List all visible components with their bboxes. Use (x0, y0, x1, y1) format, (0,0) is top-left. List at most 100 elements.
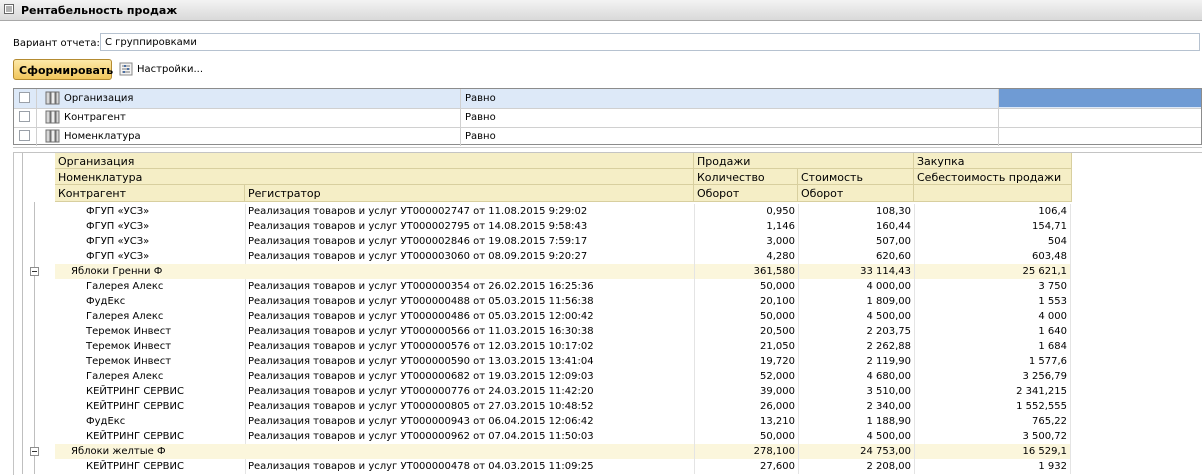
variant-field[interactable]: С группировками (100, 33, 1200, 51)
settings-icon (119, 62, 133, 76)
table-row[interactable]: Галерея Алекс Реализация товаров и услуг … (55, 369, 1071, 384)
cell-registrar[interactable]: Реализация товаров и услуг УТ000002846 о… (245, 234, 694, 249)
filter-condition[interactable]: Равно (465, 93, 496, 104)
cell-cost: 4 680,00 (798, 369, 914, 384)
cell-cost: 2 208,00 (798, 459, 914, 474)
cell-cost: 33 114,43 (798, 264, 914, 279)
cell-registrar[interactable]: Реализация товаров и услуг УТ000000682 о… (245, 369, 694, 384)
cell-cost: 620,60 (798, 249, 914, 264)
group-row[interactable]: Яблоки Гренни Ф 361,580 33 114,43 25 621,1 (55, 264, 1071, 279)
cell-quantity: 1,146 (694, 219, 798, 234)
group-name: Яблоки Гренни Ф (71, 266, 163, 277)
cell-registrar[interactable]: Реализация товаров и услуг УТ000000478 о… (245, 459, 694, 474)
cell-cost-of-sales: 106,4 (914, 204, 1071, 219)
table-row[interactable]: КЕЙТРИНГ СЕРВИС Реализация товаров и услу… (55, 429, 1071, 444)
filter-row-counterparty[interactable]: Контрагент Равно (14, 108, 1201, 128)
cell-counterparty: ФГУП «УСЗ» (86, 206, 150, 217)
cell-cost-of-sales: 1 552,555 (914, 399, 1071, 414)
table-row[interactable]: Галерея Алекс Реализация товаров и услуг … (55, 309, 1071, 324)
table-row[interactable]: КЕЙТРИНГ СЕРВИС Реализация товаров и услу… (55, 384, 1071, 399)
cell-quantity: 3,000 (694, 234, 798, 249)
filter-table: Организация Равно Контрагент Равно Номен… (13, 88, 1202, 146)
header-quantity: Количество (694, 169, 798, 185)
filter-checkbox[interactable] (19, 111, 30, 122)
filter-checkbox[interactable] (19, 130, 30, 141)
header-cost: Стоимость (798, 169, 914, 185)
filter-row-organization[interactable]: Организация Равно (14, 89, 1201, 109)
variant-label: Вариант отчета: (13, 38, 100, 49)
filter-condition[interactable]: Равно (465, 131, 496, 142)
filter-condition[interactable]: Равно (465, 112, 496, 123)
header-nomenclature: Номенклатура (55, 169, 694, 185)
table-row[interactable]: ФГУП «УСЗ» Реализация товаров и услуг УТ0… (55, 234, 1071, 249)
generate-button[interactable]: Сформировать (13, 59, 113, 80)
cell-quantity: 52,000 (694, 369, 798, 384)
collapse-group-icon[interactable] (30, 447, 39, 456)
cell-quantity: 19,720 (694, 354, 798, 369)
cell-cost: 2 203,75 (798, 324, 914, 339)
header-organization: Организация (55, 153, 694, 169)
settings-label: Настройки... (137, 64, 204, 75)
header-turnover-cost: Оборот (798, 185, 914, 202)
cell-counterparty: Теремок Инвест (86, 356, 172, 367)
cell-quantity: 50,000 (694, 309, 798, 324)
filter-value-cell[interactable] (999, 89, 1201, 107)
cell-registrar[interactable]: Реализация товаров и услуг УТ000000943 о… (245, 414, 694, 429)
cell-cost: 24 753,00 (798, 444, 914, 459)
cell-registrar[interactable]: Реализация товаров и услуг УТ000002747 о… (245, 204, 694, 219)
cell-cost-of-sales: 16 529,1 (914, 444, 1071, 459)
header-turnover-quantity: Оборот (694, 185, 798, 202)
table-row[interactable]: ФГУП «УСЗ» Реализация товаров и услуг УТ0… (55, 249, 1071, 264)
table-row[interactable]: Галерея Алекс Реализация товаров и услуг … (55, 279, 1071, 294)
table-row[interactable]: Теремок Инвест Реализация товаров и услуг… (55, 339, 1071, 354)
cell-quantity: 20,100 (694, 294, 798, 309)
table-row[interactable]: Теремок Инвест Реализация товаров и услуг… (55, 324, 1071, 339)
cell-registrar[interactable]: Реализация товаров и услуг УТ000000576 о… (245, 339, 694, 354)
cell-registrar[interactable]: Реализация товаров и услуг УТ000000590 о… (245, 354, 694, 369)
cell-counterparty: КЕЙТРИНГ СЕРВИС (86, 386, 184, 397)
header-registrar: Регистратор (245, 185, 694, 202)
cell-counterparty: Галерея Алекс (86, 371, 164, 382)
cell-cost: 2 340,00 (798, 399, 914, 414)
table-row[interactable]: ФГУП «УСЗ» Реализация товаров и услуг УТ0… (55, 219, 1071, 234)
table-row[interactable]: ФудЕкс Реализация товаров и услуг УТ00000… (55, 294, 1071, 309)
collapse-group-icon[interactable] (30, 267, 39, 276)
cell-registrar[interactable]: Реализация товаров и услуг УТ000000486 о… (245, 309, 694, 324)
cell-registrar[interactable]: Реализация товаров и услуг УТ000002795 о… (245, 219, 694, 234)
table-row[interactable]: КЕЙТРИНГ СЕРВИС Реализация товаров и услу… (55, 399, 1071, 414)
cell-registrar[interactable]: Реализация товаров и услуг УТ000000962 о… (245, 429, 694, 444)
cell-cost-of-sales: 25 621,1 (914, 264, 1071, 279)
cell-cost: 4 500,00 (798, 429, 914, 444)
cell-registrar[interactable]: Реализация товаров и услуг УТ000003060 о… (245, 249, 694, 264)
header-purchase-blank (914, 185, 1072, 202)
cell-cost: 1 809,00 (798, 294, 914, 309)
table-row[interactable]: Теремок Инвест Реализация товаров и услуг… (55, 354, 1071, 369)
table-row[interactable]: ФудЕкс Реализация товаров и услуг УТ00000… (55, 414, 1071, 429)
cell-counterparty: Галерея Алекс (86, 311, 164, 322)
table-row[interactable]: ФГУП «УСЗ» Реализация товаров и услуг УТ0… (55, 204, 1071, 219)
filter-row-nomenclature[interactable]: Номенклатура Равно (14, 127, 1201, 146)
cell-counterparty: Галерея Алекс (86, 281, 164, 292)
report-icon (4, 4, 14, 14)
filter-name: Организация (64, 93, 134, 104)
cell-registrar[interactable]: Реализация товаров и услуг УТ000000776 о… (245, 384, 694, 399)
cell-counterparty: ФГУП «УСЗ» (86, 236, 150, 247)
cell-registrar[interactable]: Реализация товаров и услуг УТ000000488 о… (245, 294, 694, 309)
cell-cost-of-sales: 3 500,72 (914, 429, 1071, 444)
cell-registrar[interactable]: Реализация товаров и услуг УТ000000566 о… (245, 324, 694, 339)
cell-cost: 160,44 (798, 219, 914, 234)
cell-registrar[interactable]: Реализация товаров и услуг УТ000000805 о… (245, 399, 694, 414)
cell-cost: 4 000,00 (798, 279, 914, 294)
table-row[interactable]: КЕЙТРИНГ СЕРВИС Реализация товаров и услу… (55, 459, 1071, 474)
group-row[interactable]: Яблоки желтые Ф 278,100 24 753,00 16 529,1 (55, 444, 1071, 459)
cell-cost-of-sales: 3 750 (914, 279, 1071, 294)
cell-registrar[interactable]: Реализация товаров и услуг УТ000000354 о… (245, 279, 694, 294)
cell-quantity: 13,210 (694, 414, 798, 429)
cell-counterparty: ФГУП «УСЗ» (86, 221, 150, 232)
cell-cost-of-sales: 1 577,6 (914, 354, 1071, 369)
window-title: Рентабельность продаж (21, 4, 178, 17)
cell-cost: 2 119,90 (798, 354, 914, 369)
cell-cost-of-sales: 765,22 (914, 414, 1071, 429)
filter-checkbox[interactable] (19, 92, 30, 103)
cell-cost-of-sales: 3 256,79 (914, 369, 1071, 384)
